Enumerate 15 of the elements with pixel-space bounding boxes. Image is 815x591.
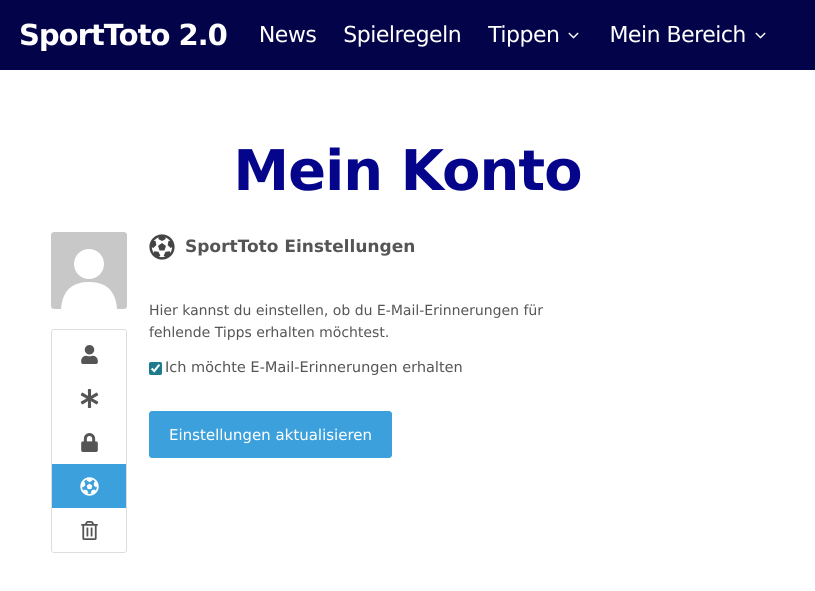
nav-link[interactable]: Tippen (488, 22, 582, 48)
lock-icon (80, 432, 98, 452)
asterisk-icon (80, 388, 98, 408)
user-icon (80, 344, 98, 364)
section-heading: SportToto Einstellungen (185, 237, 416, 257)
description-text: Hier kannst du einstellen, ob du E-Mail-Erinnerungen für fehlende Tipps erhalten möchtest. (149, 302, 544, 343)
trash-icon (80, 520, 98, 540)
avatar-icon (51, 232, 127, 309)
checkbox-label: Ich möchte E-Mail-Erinnerungen erhalten (165, 360, 463, 376)
page-title: Mein Konto (232, 142, 583, 202)
nav-link[interactable]: Spielregeln (343, 22, 462, 48)
nav-link[interactable]: News (258, 22, 316, 48)
site-logo[interactable]: SportToto 2.0 (19, 18, 227, 52)
nav-link[interactable]: Mein Bereich (609, 22, 769, 48)
checkbox[interactable] (149, 362, 162, 374)
